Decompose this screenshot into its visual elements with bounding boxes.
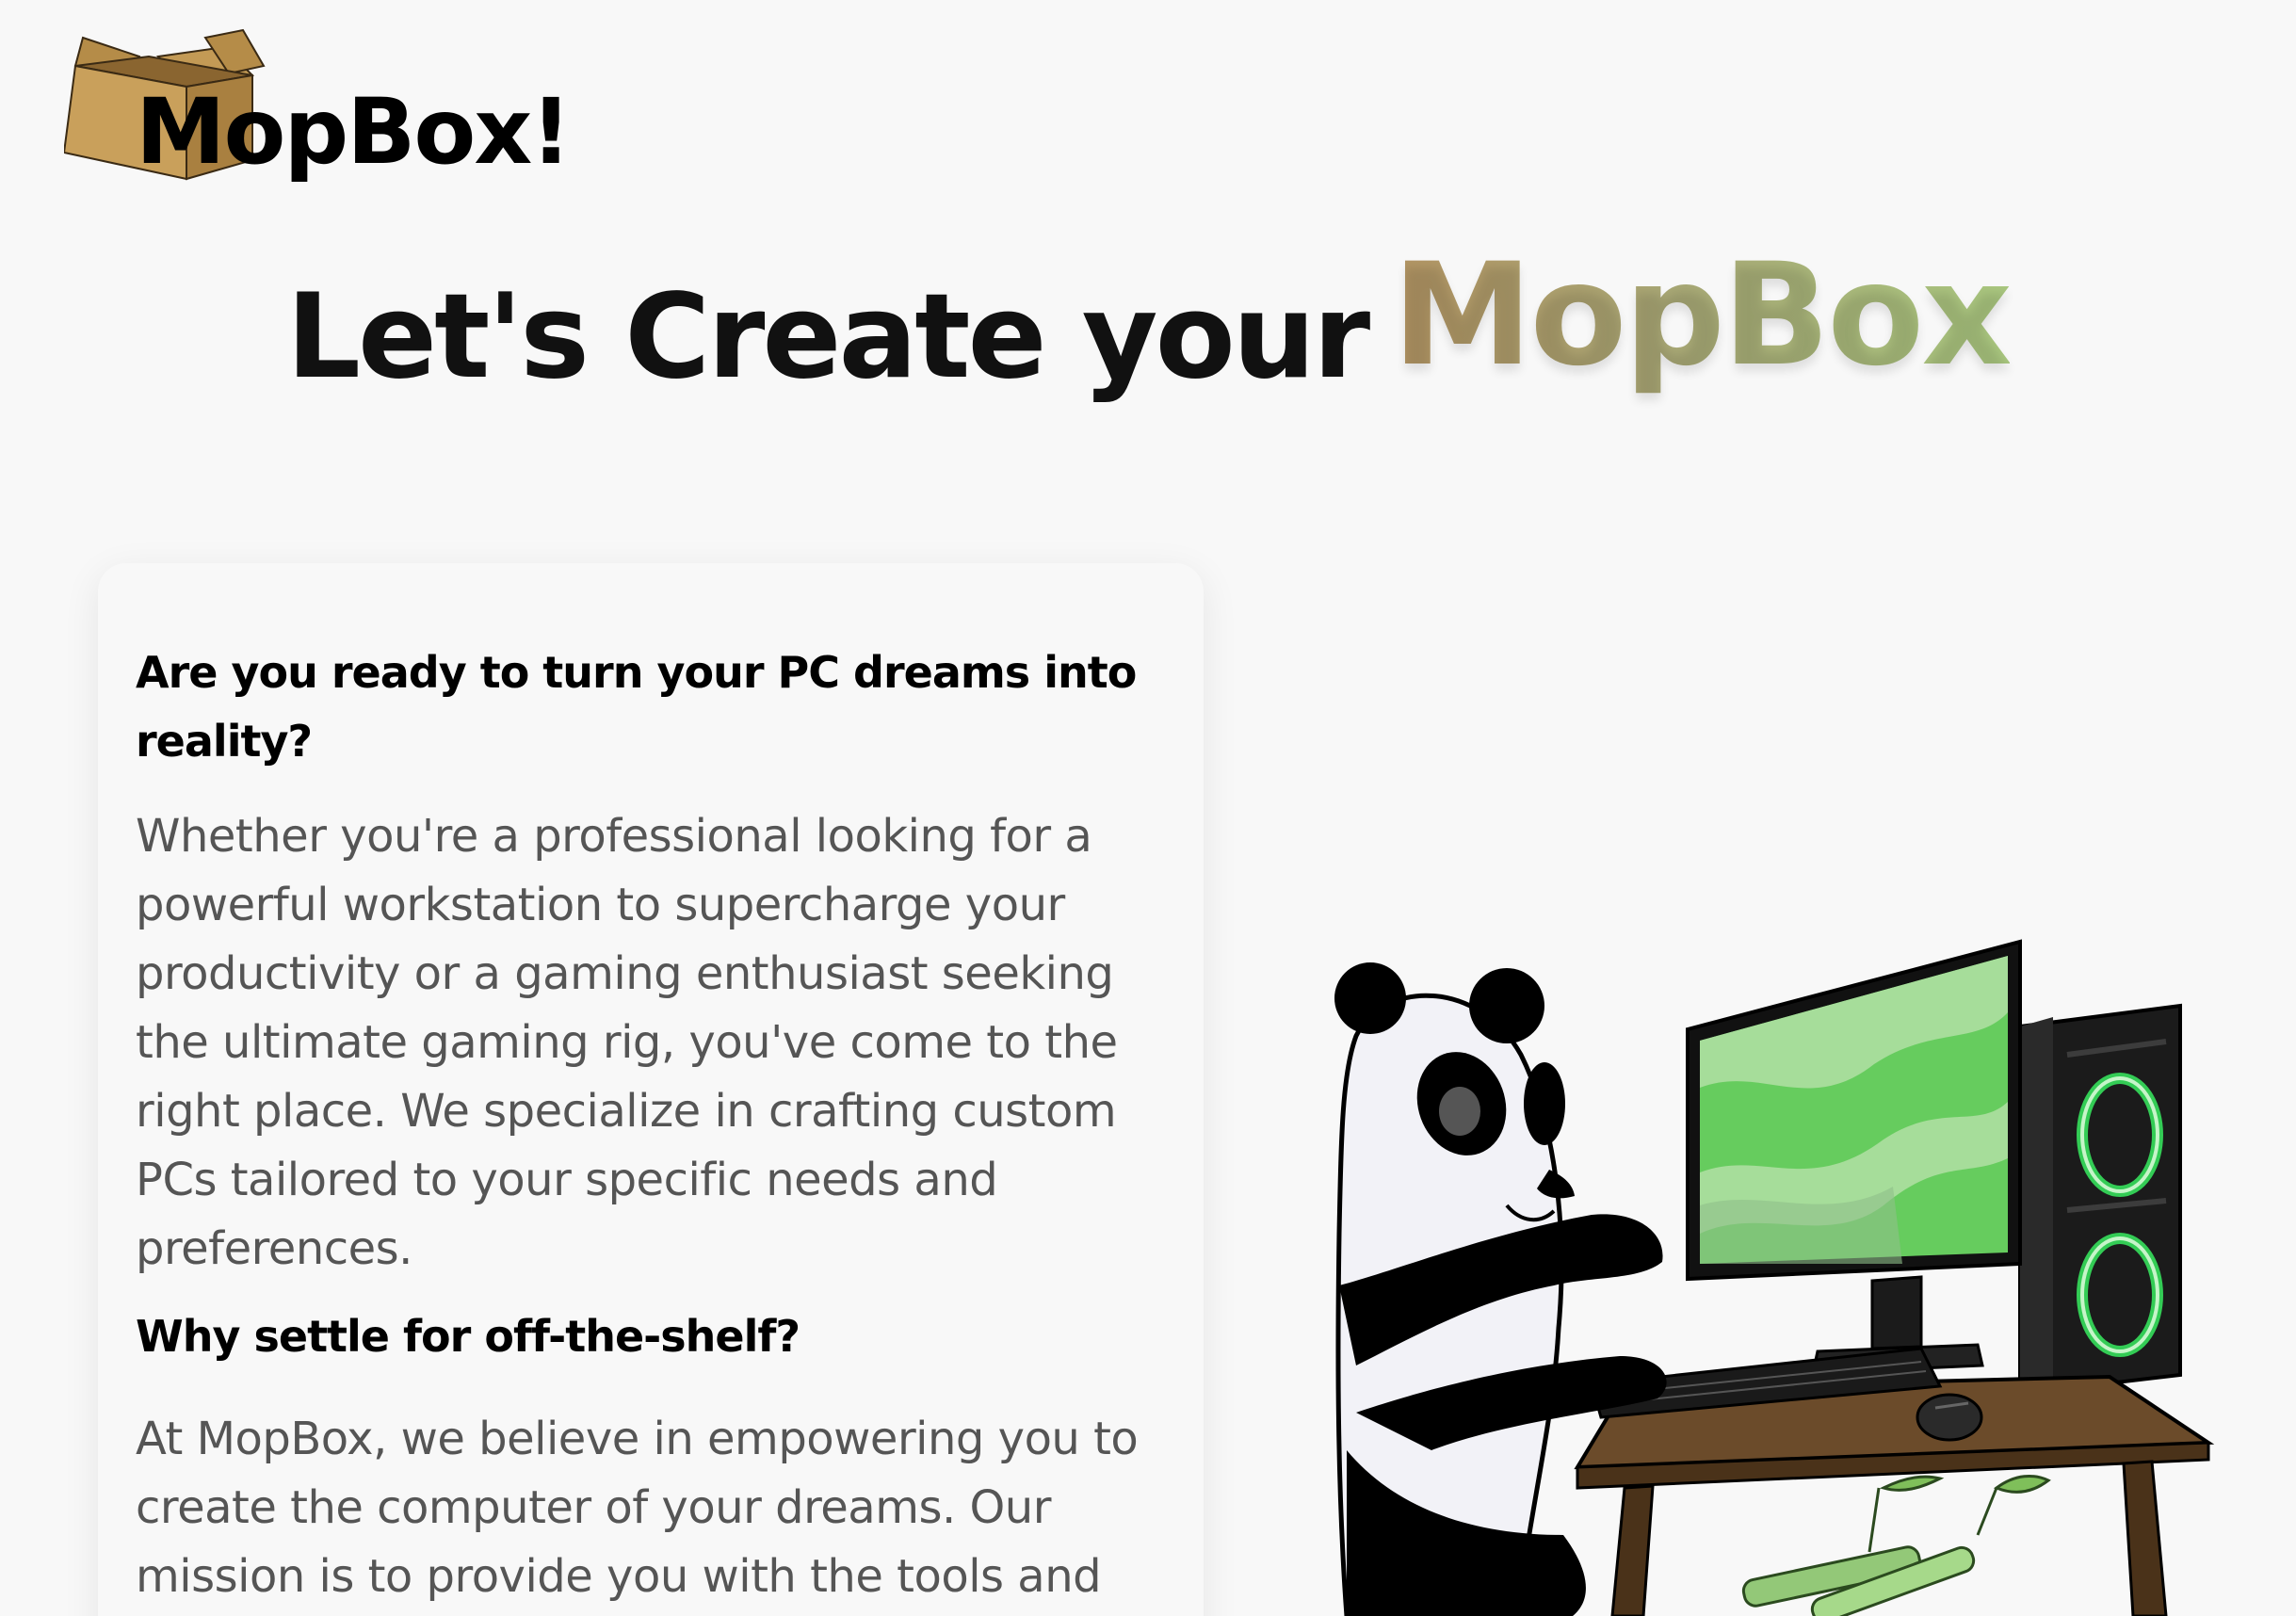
logo-text: MopBox! (136, 79, 572, 185)
panda-at-computer-illustration (1334, 939, 2215, 1616)
hero-title-prefix: Let's Create your (285, 269, 1370, 405)
why-heading: Why settle for off-the-shelf? (136, 1311, 800, 1362)
intro-heading: Are you ready to turn your PC dreams int… (136, 647, 1137, 767)
panda (1334, 962, 1667, 1616)
pc-tower (2018, 1003, 2182, 1397)
monitor (1686, 939, 2022, 1375)
intro-paragraph: Whether you're a professional looking fo… (136, 810, 1118, 1275)
hero-title: Let's Create your MopBox (0, 234, 2296, 411)
page: MopBox! Let's Create your MopBox Are you … (0, 0, 2296, 1616)
home-logo-link[interactable]: MopBox! (64, 28, 572, 198)
bamboo (1741, 1475, 2051, 1616)
intro-card: Are you ready to turn your PC dreams int… (98, 563, 1204, 1616)
mission-paragraph: At MopBox, we believe in empowering you … (136, 1413, 1139, 1603)
hero-title-brand: MopBox (1392, 234, 2013, 397)
